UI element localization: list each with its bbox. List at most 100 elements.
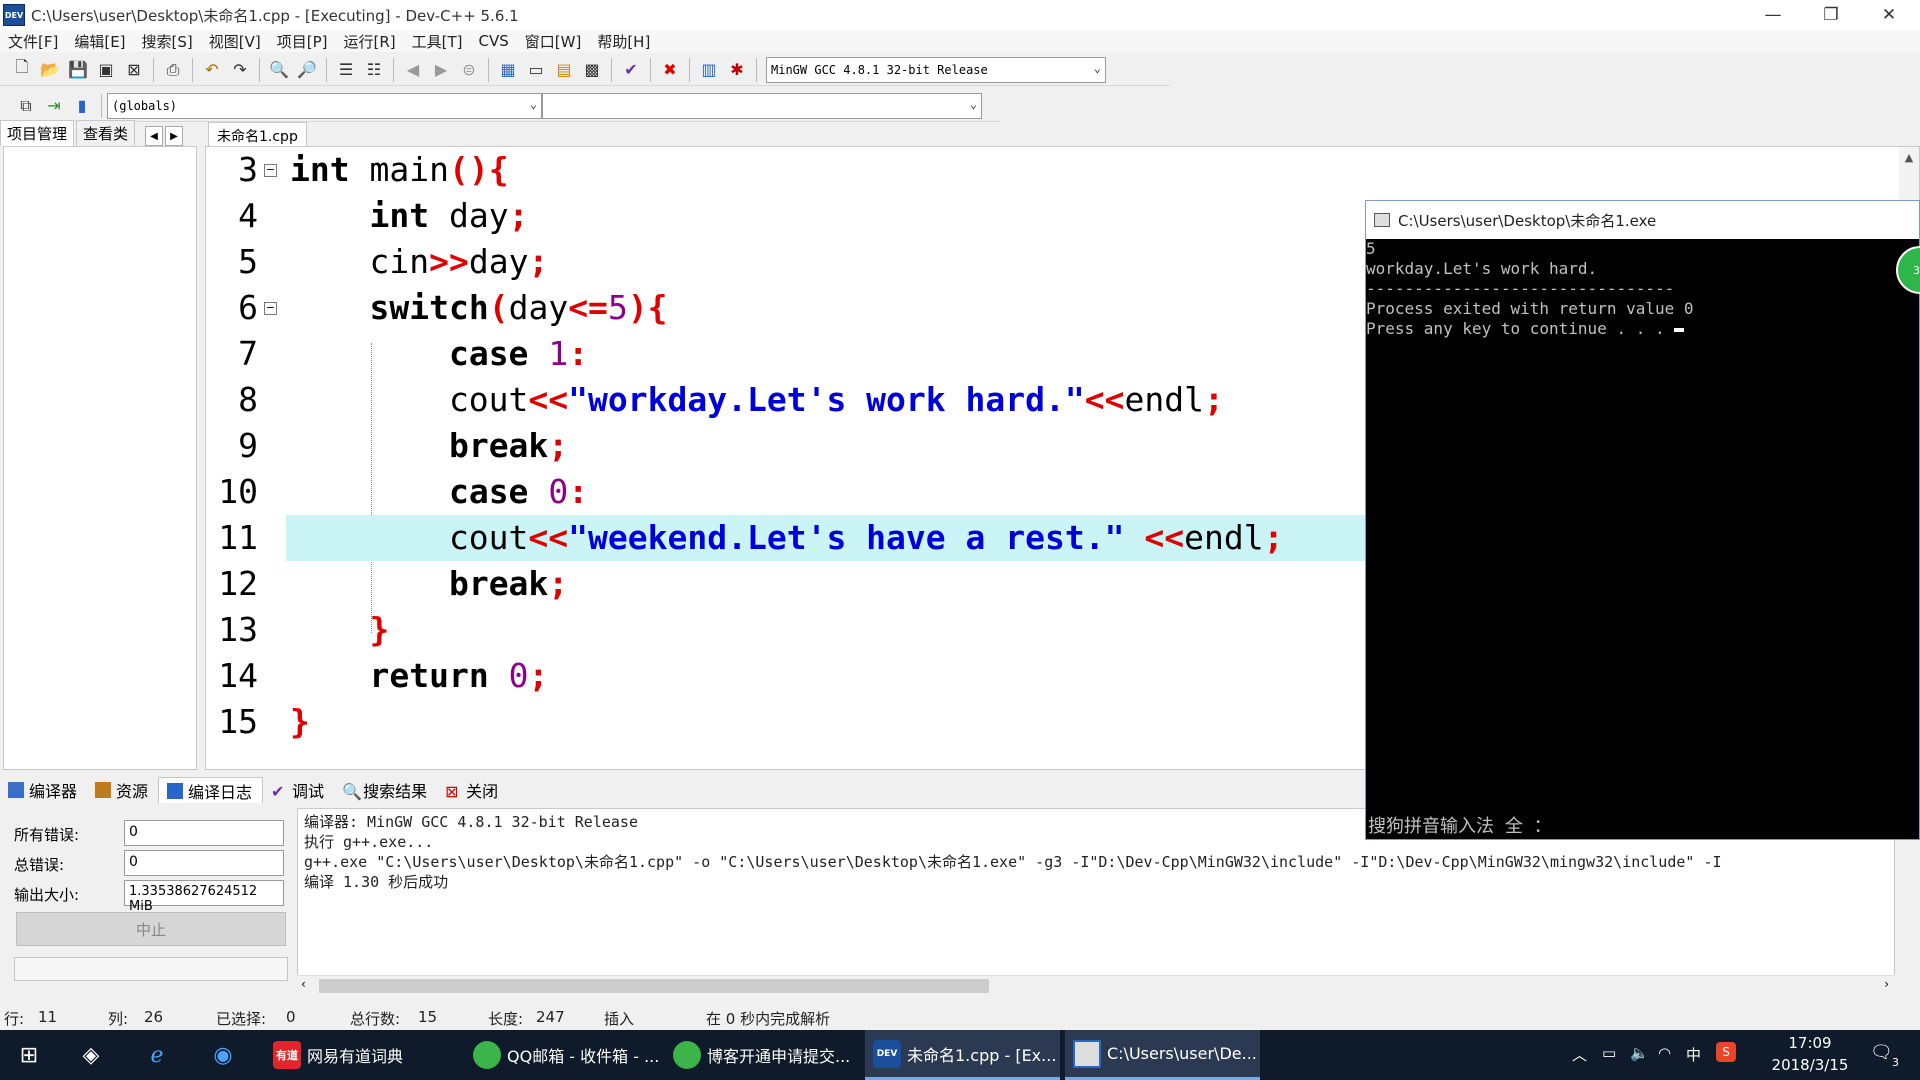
close-file-icon[interactable]: ⊠ bbox=[122, 58, 146, 82]
bookmark-next-icon[interactable]: ▶ bbox=[429, 58, 453, 82]
project-panel[interactable] bbox=[3, 146, 197, 770]
save-icon[interactable]: 💾 bbox=[66, 58, 90, 82]
search-app-icon[interactable]: ◉ bbox=[208, 1040, 238, 1070]
chevron-right-icon[interactable]: ▶ bbox=[165, 126, 184, 146]
tab-label: 资源 bbox=[116, 782, 149, 801]
console-line: 5 bbox=[1366, 239, 1376, 258]
replace-icon[interactable]: 🔎 bbox=[295, 58, 319, 82]
sogou-icon[interactable]: S bbox=[1716, 1042, 1736, 1062]
run-icon[interactable]: ▭ bbox=[524, 58, 548, 82]
profile-icon[interactable]: ▥ bbox=[697, 58, 721, 82]
indent-icon[interactable]: ☰ bbox=[334, 58, 358, 82]
ie-browser-icon[interactable]: ℯ bbox=[142, 1040, 172, 1070]
rebuild-icon[interactable]: ▩ bbox=[580, 58, 604, 82]
notification-count: 3 bbox=[1892, 1056, 1899, 1069]
clock-time[interactable]: 17:09 bbox=[1770, 1034, 1850, 1052]
ime-language[interactable]: 中 bbox=[1686, 1044, 1701, 1065]
print-icon[interactable]: ⎙ bbox=[161, 58, 185, 82]
unindent-icon[interactable]: ☷ bbox=[362, 58, 386, 82]
menu-window[interactable]: 窗口[W] bbox=[517, 31, 590, 52]
menu-edit[interactable]: 编辑[E] bbox=[66, 31, 133, 52]
find-icon[interactable]: 🔍 bbox=[267, 58, 291, 82]
windows-start-icon[interactable]: ⊞ bbox=[14, 1040, 44, 1070]
checkmark-icon: ✔ bbox=[271, 782, 285, 801]
scroll-left-icon[interactable]: ‹ bbox=[301, 977, 306, 991]
menu-project[interactable]: 项目[P] bbox=[269, 31, 336, 52]
scroll-up-icon[interactable]: ▲ bbox=[1899, 151, 1919, 164]
stop-execution-icon[interactable]: ✖ bbox=[658, 58, 682, 82]
tab-search-results[interactable]: 🔍 搜索结果 bbox=[334, 777, 437, 803]
tab-label: 调试 bbox=[292, 782, 325, 801]
tab-label: 编译日志 bbox=[188, 782, 253, 802]
tab-resources[interactable]: 资源 bbox=[87, 777, 158, 803]
chevron-up-icon[interactable]: ︿ bbox=[1572, 1044, 1587, 1065]
compiler-select[interactable]: MinGW GCC 4.8.1 32-bit Release ⌄ bbox=[766, 56, 1106, 83]
compile-icon[interactable]: ▦ bbox=[496, 58, 520, 82]
redo-icon[interactable]: ↷ bbox=[228, 58, 252, 82]
line-number: 14 bbox=[218, 656, 258, 695]
fold-collapse-icon[interactable]: − bbox=[264, 164, 277, 177]
insert-icon[interactable]: ⧉ bbox=[14, 94, 38, 118]
log-horizontal-scrollbar[interactable]: ‹ › bbox=[297, 975, 1895, 995]
menu-view[interactable]: 视图[V] bbox=[201, 31, 269, 52]
menu-tools[interactable]: 工具[T] bbox=[404, 31, 471, 52]
code-text: return 0; bbox=[369, 656, 549, 695]
youdao-icon: 有道 bbox=[273, 1041, 301, 1069]
scroll-right-icon[interactable]: › bbox=[1884, 977, 1889, 991]
output-size-field[interactable]: 1.33538627624512 MiB bbox=[124, 880, 284, 914]
taskbar-app-label: 博客开通申请提交... bbox=[707, 1047, 851, 1066]
wifi-icon[interactable]: ◠ bbox=[1658, 1044, 1671, 1062]
editor-tab[interactable]: 未命名1.cpp bbox=[208, 122, 307, 146]
bookmark-prev-icon[interactable]: ◀ bbox=[401, 58, 425, 82]
taskbar-app-youdao[interactable]: 有道 网易有道词典 bbox=[265, 1030, 460, 1080]
tab-project[interactable]: 项目管理 bbox=[0, 120, 75, 146]
stop-button[interactable]: 中止 bbox=[16, 912, 286, 946]
save-all-icon[interactable]: ▣ bbox=[94, 58, 118, 82]
menu-cvs[interactable]: CVS bbox=[471, 32, 517, 50]
line-number: 9 bbox=[238, 426, 258, 465]
clock-date[interactable]: 2018/3/15 bbox=[1764, 1056, 1856, 1074]
taskbar-app-devcpp[interactable]: DEV 未命名1.cpp - [Ex... bbox=[865, 1030, 1060, 1080]
taskbar-app-blog[interactable]: 博客开通申请提交... bbox=[665, 1030, 860, 1080]
taskbar-app-qqmail[interactable]: QQ邮箱 - 收件箱 - ... bbox=[465, 1030, 660, 1080]
syntax-check-icon[interactable]: ✔ bbox=[619, 58, 643, 82]
toggle-icon[interactable]: ▮ bbox=[70, 94, 94, 118]
menu-search[interactable]: 搜索[S] bbox=[134, 31, 201, 52]
menu-run[interactable]: 运行[R] bbox=[335, 31, 403, 52]
fold-collapse-icon[interactable]: − bbox=[264, 302, 277, 315]
new-file-icon[interactable]: 🗋 bbox=[10, 57, 34, 82]
compile-run-icon[interactable]: ▤ bbox=[552, 58, 576, 82]
undo-icon[interactable]: ↶ bbox=[200, 58, 224, 82]
console-window[interactable]: C:\Users\user\Desktop\未命名1.exe 5 workday… bbox=[1365, 200, 1920, 840]
taskbar-app-console[interactable]: C:\Users\user\De... bbox=[1065, 1030, 1260, 1080]
volume-icon[interactable]: 🔈 bbox=[1630, 1044, 1649, 1062]
tab-compile-log[interactable]: 编译日志 bbox=[158, 777, 264, 803]
battery-icon[interactable]: ▭ bbox=[1602, 1044, 1616, 1062]
restore-button[interactable]: ❐ bbox=[1802, 0, 1860, 30]
debug-icon[interactable]: ✱ bbox=[725, 58, 749, 82]
tab-classes[interactable]: 查看类 bbox=[76, 120, 136, 146]
chevron-left-icon[interactable]: ◀ bbox=[145, 126, 164, 146]
code-text: break; bbox=[448, 426, 569, 465]
app-launcher-icon[interactable]: ◈ bbox=[76, 1040, 106, 1070]
all-errors-field[interactable]: 0 bbox=[124, 820, 284, 846]
tab-close[interactable]: ⊠ 关闭 bbox=[437, 777, 508, 803]
goto-icon[interactable]: ⇥ bbox=[42, 94, 66, 118]
tab-compiler[interactable]: 编译器 bbox=[0, 777, 87, 803]
line-number: 12 bbox=[218, 564, 258, 603]
console-line: Process exited with return value 0 bbox=[1366, 299, 1694, 318]
scroll-thumb[interactable] bbox=[319, 979, 989, 993]
scope-select-value: (globals) bbox=[112, 98, 178, 113]
minimize-button[interactable]: — bbox=[1744, 0, 1802, 30]
open-file-icon[interactable]: 📂 bbox=[38, 58, 62, 82]
menu-help[interactable]: 帮助[H] bbox=[589, 31, 658, 52]
toggle-bookmark-icon[interactable]: ⊜ bbox=[457, 58, 481, 82]
scope-select[interactable]: (globals) ⌄ bbox=[107, 92, 542, 119]
notification-icon[interactable]: 🗨 bbox=[1870, 1042, 1893, 1063]
all-errors-label: 所有错误: bbox=[14, 826, 80, 844]
menu-file[interactable]: 文件[F] bbox=[0, 31, 66, 52]
member-select[interactable]: ⌄ bbox=[542, 92, 982, 119]
total-errors-field[interactable]: 0 bbox=[124, 850, 284, 876]
tab-debug[interactable]: ✔ 调试 bbox=[263, 777, 334, 803]
close-button[interactable]: ✕ bbox=[1860, 0, 1918, 30]
